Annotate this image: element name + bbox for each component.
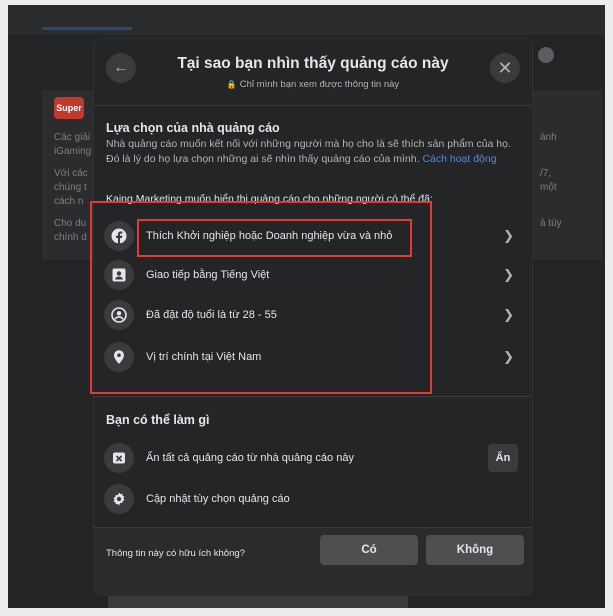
advertiser-choice-description: Nhà quảng cáo muốn kết nối với những ngư… bbox=[106, 138, 511, 165]
background-avatar bbox=[538, 47, 554, 63]
background-text: chúng t bbox=[54, 182, 87, 193]
no-button[interactable]: Không bbox=[426, 535, 524, 565]
hide-all-ads-label: Ẩn tất cả quảng cáo từ nhà quảng cáo này bbox=[146, 452, 354, 464]
advertiser-choice-title: Lựa chọn của nhà quảng cáo bbox=[106, 121, 280, 135]
hide-ad-icon bbox=[104, 443, 134, 473]
background-logo: Super bbox=[54, 97, 84, 119]
feedback-question: Thông tin này có hữu ích không? bbox=[106, 548, 245, 559]
yes-button[interactable]: Có bbox=[320, 535, 418, 565]
background-text: Với các bbox=[54, 168, 88, 179]
close-icon: ✕ bbox=[497, 57, 513, 78]
highlight-box-interest bbox=[137, 219, 412, 257]
update-ad-preferences-row[interactable]: Cập nhật tùy chọn quảng cáo bbox=[104, 482, 522, 516]
background-active-tab bbox=[42, 27, 132, 30]
lock-icon: 🔒 bbox=[226, 80, 237, 89]
what-you-can-do-title: Bạn có thể làm gì bbox=[106, 413, 210, 427]
close-button[interactable]: ✕ bbox=[490, 53, 520, 83]
background-text: cách n bbox=[54, 196, 84, 207]
background-text: /7, bbox=[540, 168, 552, 179]
chevron-right-icon: ❯ bbox=[503, 228, 514, 243]
how-it-works-link[interactable]: Cách hoạt động bbox=[422, 153, 496, 165]
divider bbox=[94, 396, 532, 397]
background-text: ành bbox=[540, 132, 557, 143]
chevron-right-icon: ❯ bbox=[503, 267, 514, 282]
dialog-title: Tại sao bạn nhìn thấy quảng cáo này bbox=[177, 55, 449, 72]
background-text: một bbox=[540, 182, 557, 193]
screenshot-frame: Super Các giải iGaming Với các chúng t c… bbox=[8, 5, 605, 608]
chevron-right-icon: ❯ bbox=[503, 349, 514, 364]
chevron-right-icon: ❯ bbox=[503, 307, 514, 322]
background-topbar bbox=[8, 5, 605, 35]
background-text: Cho du bbox=[54, 218, 87, 229]
gear-icon bbox=[104, 484, 134, 514]
hide-button[interactable]: Ẩn bbox=[488, 444, 518, 472]
background-text: à tùy bbox=[540, 218, 562, 229]
update-ad-preferences-label: Cập nhật tùy chọn quảng cáo bbox=[146, 493, 290, 505]
feedback-footer: Thông tin này có hữu ích không? Có Không bbox=[94, 527, 532, 595]
background-text: iGaming bbox=[54, 146, 92, 157]
background-text: Các giải bbox=[54, 132, 91, 143]
divider bbox=[94, 105, 532, 106]
hide-all-ads-row[interactable]: Ẩn tất cả quảng cáo từ nhà quảng cáo này… bbox=[104, 441, 522, 475]
background-text: chính d bbox=[54, 232, 87, 243]
dialog-subtitle: 🔒 Chỉ mình bạn xem được thông tin này bbox=[226, 79, 400, 90]
